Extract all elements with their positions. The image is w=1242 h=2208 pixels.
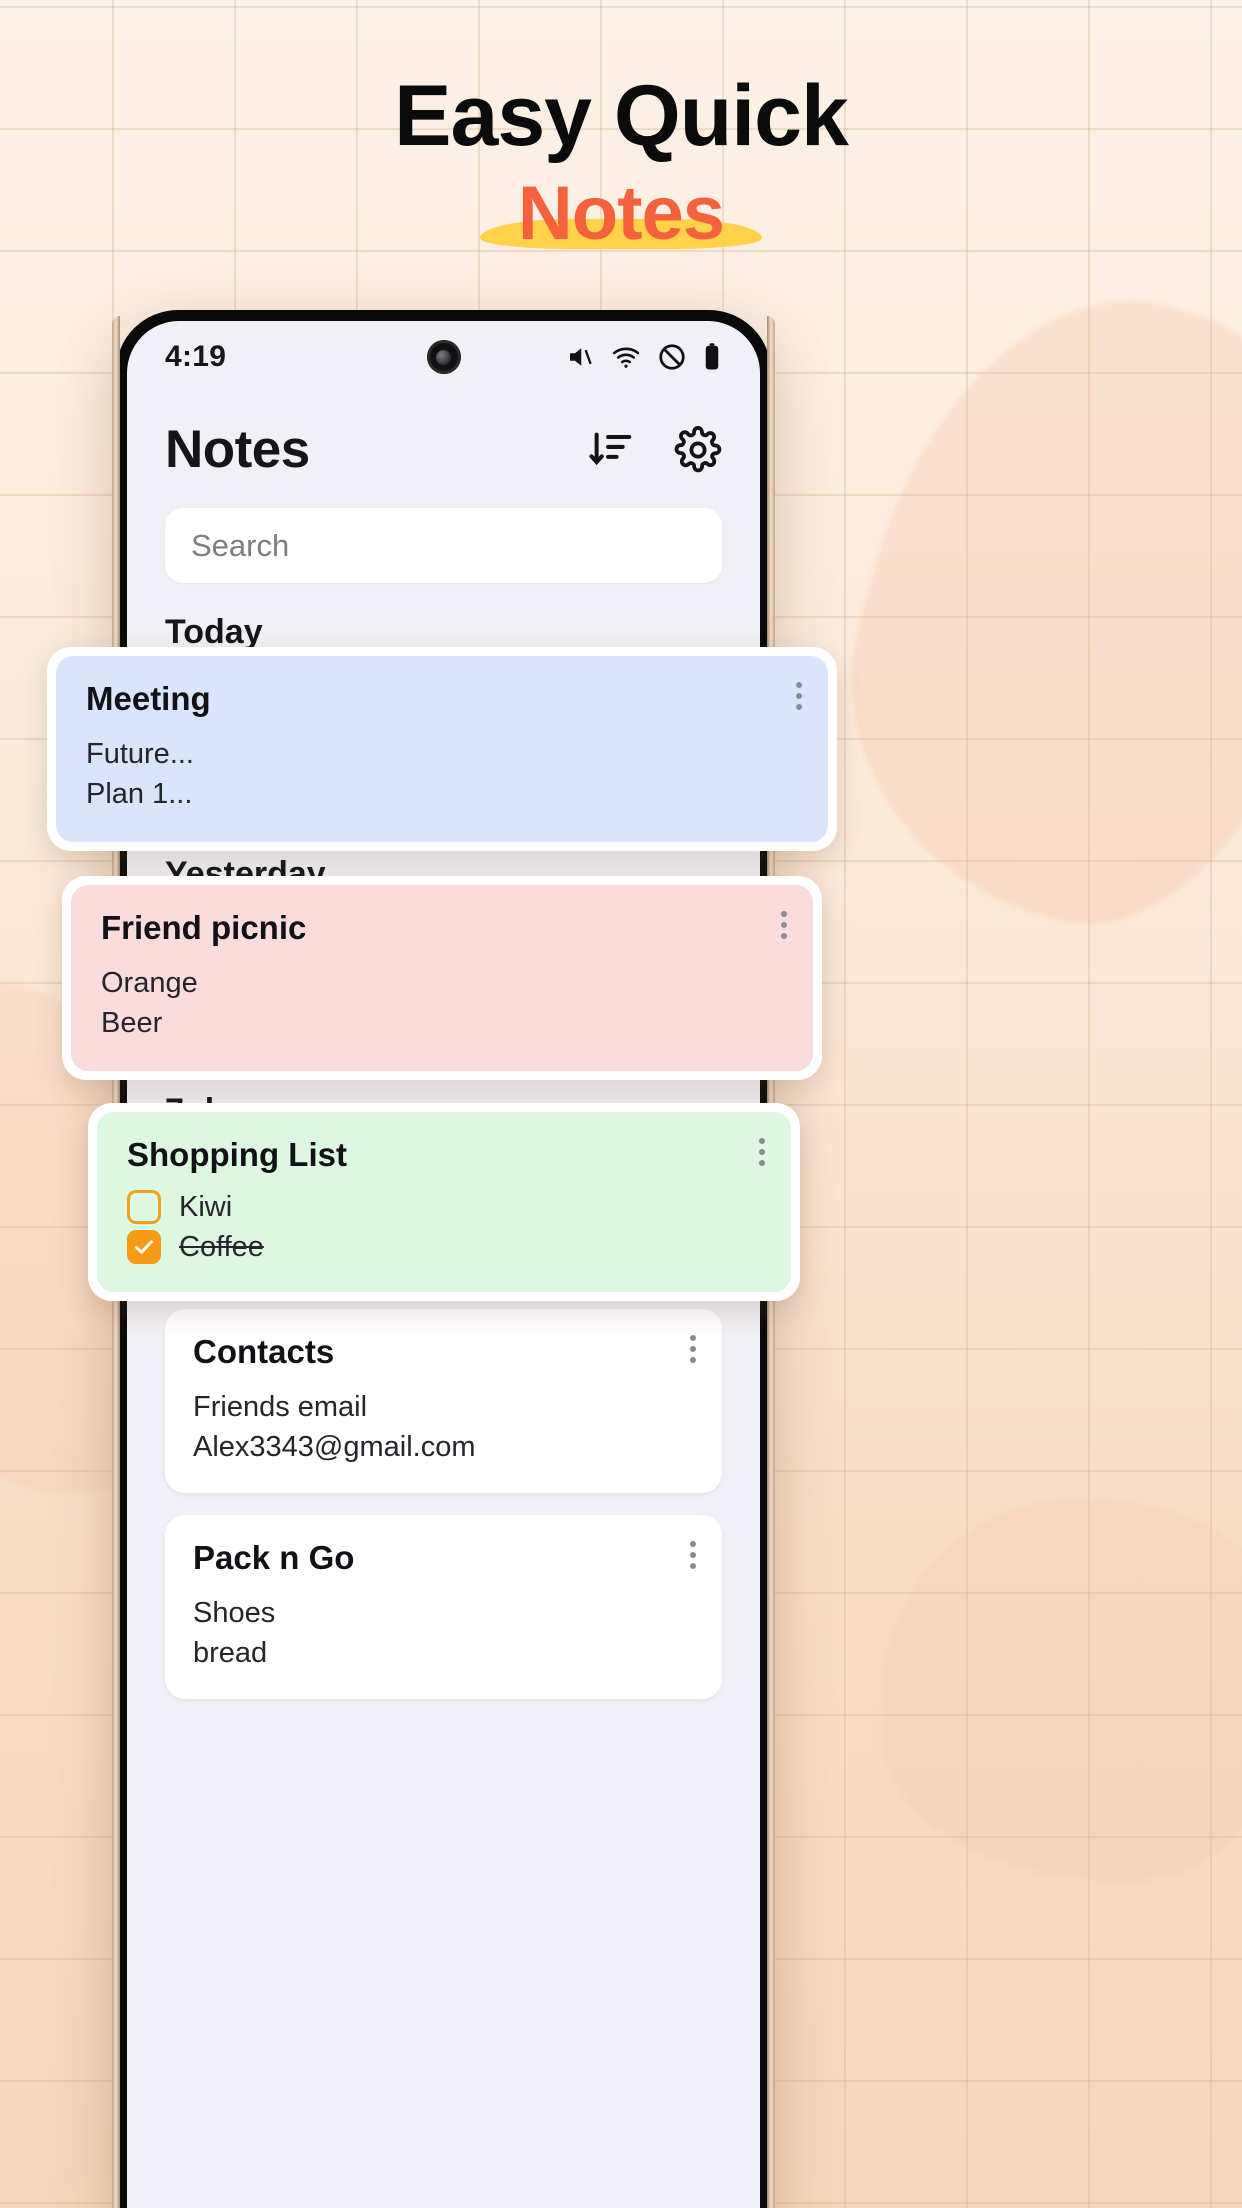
search-input[interactable]: Search [165,508,722,583]
do-not-disturb-icon [657,342,687,372]
note-title: Pack n Go [193,1539,355,1577]
note-line: Shoes [193,1597,276,1630]
checklist-label: Kiwi [179,1190,233,1223]
page-title: Notes [165,420,310,479]
note-line: Beer [101,1007,163,1040]
note-line: Friends email [193,1391,368,1423]
battery-icon [702,342,722,372]
app-bar-actions [588,425,722,474]
note-title: Friend picnic [101,909,307,946]
note-card-friend-picnic-body: Friend picnic Orange Beer [71,885,813,1072]
checkbox-checked-icon[interactable] [127,1230,161,1264]
app-bar: Notes [127,393,760,486]
note-card-shopping-list[interactable]: Shopping List Kiwi Coffee [88,1103,800,1301]
promo-subtitle-wrap: Notes [0,170,1242,257]
note-card-meeting[interactable]: Meeting Future... Plan 1... [47,647,837,852]
kebab-menu-icon[interactable] [759,1138,765,1166]
gear-icon[interactable] [674,425,722,474]
sort-icon[interactable] [588,427,634,473]
checklist-item-kiwi[interactable]: Kiwi [127,1190,761,1224]
status-icons [565,342,722,372]
checklist-item-coffee[interactable]: Coffee [127,1230,761,1264]
checklist-label: Coffee [179,1230,264,1263]
kebab-menu-icon[interactable] [690,1541,696,1570]
note-card-pack-n-go[interactable]: Pack n Go Shoes bread [165,1515,722,1700]
note-title: Contacts [193,1333,335,1370]
kebab-menu-icon[interactable] [690,1335,696,1363]
kebab-menu-icon[interactable] [781,911,787,939]
promo-headline: Easy Quick [394,68,849,164]
note-line: Plan 1... [86,778,193,811]
promo-subtitle: Notes [517,171,725,256]
note-card-meeting-body: Meeting Future... Plan 1... [56,656,828,843]
note-card-contacts[interactable]: Contacts Friends email Alex3343@gmail.co… [165,1309,722,1494]
kebab-menu-icon[interactable] [796,682,802,710]
checkbox-unchecked-icon[interactable] [127,1190,161,1224]
note-card-friend-picnic[interactable]: Friend picnic Orange Beer [62,876,822,1081]
camera-punch-hole [426,340,461,374]
note-line: bread [193,1637,268,1670]
note-card-shopping-list-body: Shopping List Kiwi Coffee [97,1112,791,1292]
note-line: Alex3343@gmail.com [193,1431,476,1464]
note-line: Orange [101,967,198,999]
search-wrap: Search [127,486,760,583]
status-time: 4:19 [165,340,227,373]
note-title: Meeting [86,680,211,717]
search-placeholder: Search [191,527,290,563]
status-bar: 4:19 [127,321,760,393]
wifi-icon [610,342,642,372]
mute-icon [565,342,595,372]
note-line: Future... [86,738,194,770]
note-title: Shopping List [127,1136,347,1173]
